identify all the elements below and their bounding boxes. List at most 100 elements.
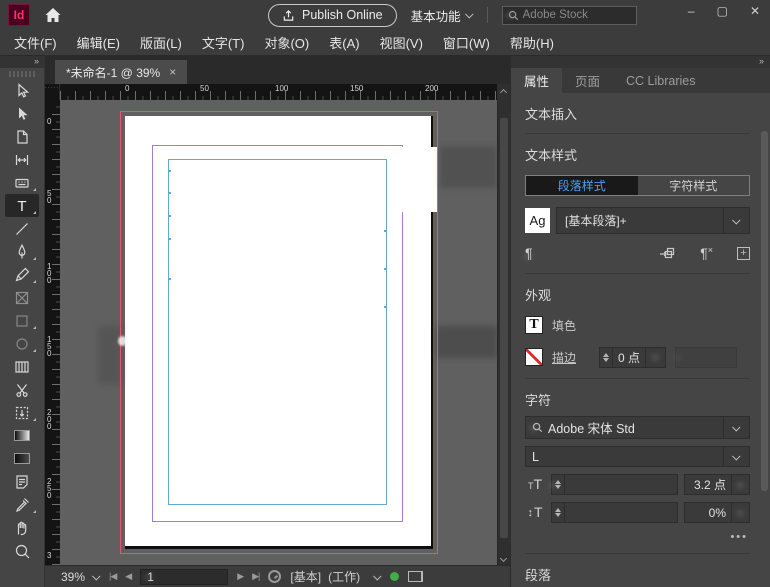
stroke-weight-stepper[interactable]	[600, 348, 613, 367]
fill-color-swatch[interactable]: T	[525, 316, 543, 334]
hand-tool[interactable]	[5, 516, 39, 539]
section-title: 段落	[525, 565, 750, 584]
type-tool[interactable]: T	[5, 194, 39, 217]
horizontal-ruler[interactable]: 050100150200	[60, 84, 497, 100]
clear-overrides-icon[interactable]: ¶×	[700, 245, 713, 261]
ruler-origin[interactable]	[45, 84, 60, 100]
scroll-down-icon[interactable]	[500, 555, 507, 562]
preflight-profile[interactable]: [基本]	[290, 568, 321, 585]
menu-item-0[interactable]: 文件(F)	[4, 33, 67, 52]
menu-item-5[interactable]: 表(A)	[319, 33, 369, 52]
menu-item-1[interactable]: 编辑(E)	[67, 33, 130, 52]
chevron-down-icon	[732, 216, 740, 224]
more-options-button[interactable]: •••	[525, 531, 748, 543]
free-transform-tool[interactable]	[5, 401, 39, 424]
page-tool[interactable]	[5, 125, 39, 148]
zoom-tool[interactable]	[5, 539, 39, 562]
text-insert-section: 文本插入	[525, 93, 750, 134]
preflight-icon[interactable]	[268, 570, 281, 583]
stroke-label[interactable]: 描边	[552, 349, 576, 366]
canvas-vertical-scrollbar[interactable]	[497, 100, 510, 565]
stroke-style-dropdown[interactable]	[675, 347, 737, 368]
maximize-button[interactable]: ▢	[717, 4, 728, 18]
gap-tool[interactable]	[5, 148, 39, 171]
page-number-field[interactable]: 1	[140, 569, 228, 585]
selection-tool[interactable]	[5, 79, 39, 102]
menu-item-6[interactable]: 视图(V)	[370, 33, 433, 52]
tools-collapse-button[interactable]: »	[0, 56, 44, 68]
tracking-field[interactable]: 0%	[684, 502, 750, 523]
menu-item-4[interactable]: 对象(O)	[254, 33, 319, 52]
ruler-tick-label: 100	[275, 84, 288, 93]
last-page-button[interactable]: ▶|	[252, 571, 259, 582]
vertical-ruler[interactable]: 05 01 0 01 5 02 0 02 5 03	[45, 100, 60, 565]
home-icon[interactable]	[44, 7, 62, 23]
text-frame[interactable]	[168, 159, 387, 505]
font-size-field[interactable]	[551, 474, 678, 495]
menu-item-3[interactable]: 文字(T)	[192, 33, 255, 52]
scroll-up-icon[interactable]	[500, 88, 507, 95]
first-page-button[interactable]: |◀	[109, 571, 116, 582]
stroke-color-swatch[interactable]	[525, 348, 543, 366]
eyedropper-tool[interactable]	[5, 493, 39, 516]
panel-tab-属性[interactable]: 属性	[511, 68, 562, 93]
pen-tool[interactable]	[5, 240, 39, 263]
scissors-tool[interactable]	[5, 378, 39, 401]
panel-collapse-button[interactable]: »	[511, 56, 770, 68]
character-styles-tab[interactable]: 字符样式	[638, 176, 750, 195]
tools-panel: » T	[0, 56, 45, 587]
scrollbar-top-cap	[497, 84, 510, 100]
pasteboard-smudge	[436, 326, 497, 358]
leading-field[interactable]: 3.2 点	[684, 474, 750, 495]
font-family-dropdown[interactable]: Adobe 宋体 Std	[525, 416, 750, 439]
menu-item-7[interactable]: 窗口(W)	[433, 33, 500, 52]
canvas-pasteboard[interactable]	[60, 100, 497, 565]
line-tool[interactable]	[5, 217, 39, 240]
document-tab[interactable]: *未命名-1 @ 39% ×	[55, 60, 187, 84]
load-styles-icon[interactable]	[659, 246, 676, 261]
ellipse-tool[interactable]	[5, 332, 39, 355]
next-page-button[interactable]: ▶	[237, 571, 243, 582]
preflight-menu-icon[interactable]	[373, 572, 381, 580]
panel-tab-页面[interactable]: 页面	[562, 68, 613, 93]
stroke-weight-field[interactable]: 0 点	[599, 347, 666, 368]
pasteboard-smudge	[440, 146, 497, 188]
scale-field[interactable]	[551, 502, 678, 523]
pages-icon	[408, 571, 423, 582]
adobe-stock-search-input[interactable]: Adobe Stock	[502, 6, 637, 25]
paragraph-styles-tab[interactable]: 段落样式	[526, 176, 638, 195]
panel-tab-CC Libraries[interactable]: CC Libraries	[613, 68, 708, 93]
overlapping-white-frame[interactable]	[401, 147, 437, 212]
minimize-button[interactable]: –	[688, 4, 695, 18]
close-button[interactable]: ✕	[750, 4, 760, 18]
menu-bar: 文件(F)编辑(E)版面(L)文字(T)对象(O)表(A)视图(V)窗口(W)帮…	[0, 30, 770, 56]
publish-online-button[interactable]: Publish Online	[268, 4, 397, 27]
previous-page-button[interactable]: ◀	[125, 571, 131, 582]
horizontal-grid-tool[interactable]	[5, 355, 39, 378]
fill-label[interactable]: 填色	[552, 317, 576, 334]
menu-item-2[interactable]: 版面(L)	[130, 33, 192, 52]
font-style-dropdown[interactable]: L	[525, 446, 750, 467]
status-bar: 39% |◀ ◀ 1 ▶ ▶| [基本] (工作)	[45, 565, 510, 587]
gradient-tool[interactable]	[5, 424, 39, 447]
zoom-dropdown-icon[interactable]	[92, 572, 100, 580]
create-style-icon[interactable]: +	[737, 247, 750, 260]
paragraph-style-dropdown[interactable]: [基本段落]+	[556, 207, 750, 234]
scrollbar-thumb[interactable]	[500, 118, 508, 538]
tab-close-icon[interactable]: ×	[169, 65, 176, 79]
menu-item-8[interactable]: 帮助(H)	[500, 33, 564, 52]
rectangle-frame-tool[interactable]	[5, 286, 39, 309]
content-collector-tool[interactable]	[5, 171, 39, 194]
note-tool[interactable]	[5, 470, 39, 493]
workspace-switcher[interactable]: 基本功能	[411, 6, 473, 25]
pencil-tool[interactable]	[5, 263, 39, 286]
zoom-level[interactable]: 39%	[61, 570, 85, 584]
tools-grip[interactable]	[9, 71, 35, 77]
gradient-feather-tool[interactable]	[5, 447, 39, 470]
panel-scrollbar-thumb[interactable]	[761, 131, 768, 491]
ruler-tick-label: 2 0 0	[47, 409, 51, 430]
rectangle-tool[interactable]	[5, 309, 39, 332]
scale-stepper[interactable]	[552, 503, 565, 522]
direct-selection-tool[interactable]	[5, 102, 39, 125]
style-preview-badge: Ag	[525, 208, 550, 233]
